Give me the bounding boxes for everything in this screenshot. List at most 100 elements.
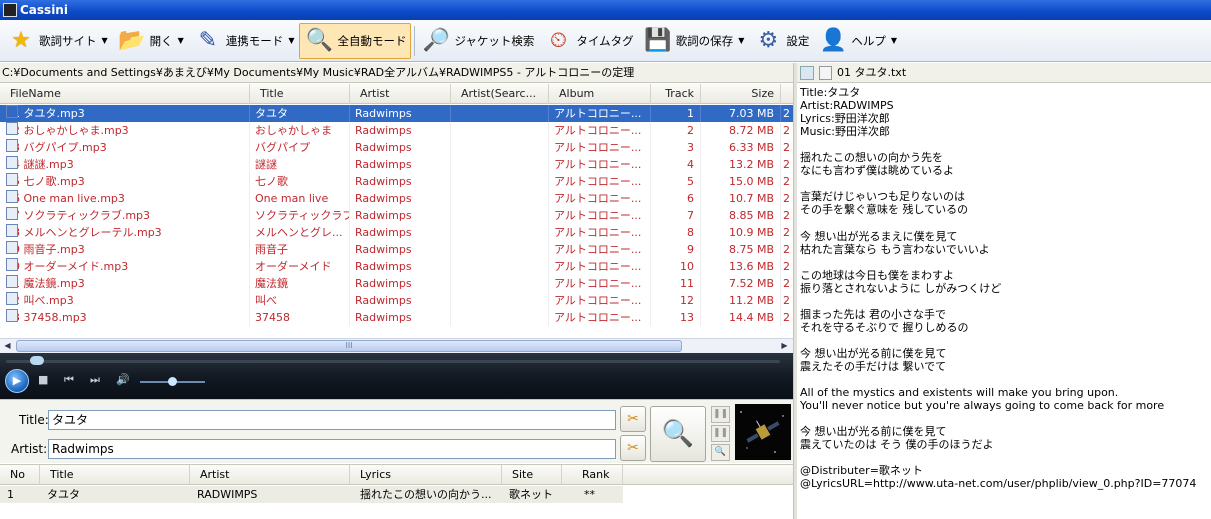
file-cell-size: 10.9 MB — [701, 224, 781, 241]
file-row[interactable]: 03 バグパイプ.mp3 バグパイプ Radwimps アルトコロニー... 3 6.33… — [0, 139, 793, 156]
seek-thumb[interactable] — [30, 356, 44, 365]
column-header-title[interactable]: Title — [250, 84, 350, 104]
file-cell-artist: Radwimps — [350, 275, 451, 292]
search-results[interactable]: No Title Artist Lyrics Site Rank 1 タユタ R… — [0, 464, 793, 519]
open-label: 開く — [149, 33, 173, 48]
help-button[interactable]: 👤 ヘルプ ▼ — [814, 23, 901, 59]
file-row[interactable]: 05 七ノ歌.mp3 七ノ歌 Radwimps アルトコロニー... 5 15.0 MB 2 — [0, 173, 793, 190]
file-row[interactable]: 07 ソクラティックラブ.mp3 ソクラティックラブ Radwimps アルトコロニー… — [0, 207, 793, 224]
title-cut-button[interactable]: ✂ — [620, 406, 646, 432]
file-row[interactable]: 13 37458.mp3 37458 Radwimps アルトコロニー... 13 14.… — [0, 309, 793, 326]
file-row[interactable]: 11 魔法鏡.mp3 魔法鏡 Radwimps アルトコロニー... 11 7.52 MB… — [0, 275, 793, 292]
column-header-size[interactable]: Size — [701, 84, 781, 104]
file-row[interactable]: 02 おしゃかしゃま.mp3 おしゃかしゃま Radwimps アルトコロニー... 2… — [0, 122, 793, 139]
settings-button[interactable]: ⚙ 設定 — [749, 23, 813, 59]
results-header-lyrics[interactable]: Lyrics — [350, 465, 502, 485]
file-row[interactable]: 12 叫べ.mp3 叫べ Radwimps アルトコロニー... 12 11.2 MB 2 — [0, 292, 793, 309]
results-header-no[interactable]: No — [0, 465, 40, 485]
seek-bar[interactable] — [6, 360, 780, 363]
window-titlebar: Cassini — [0, 0, 1211, 20]
lyrics-text-area[interactable]: Title:タユタ Artist:RADWIMPS Lyrics:野田洋次郎 M… — [797, 84, 1211, 519]
help-person-icon: 👤 — [819, 28, 848, 53]
lyrics-search-button[interactable]: 🔍 — [650, 406, 706, 462]
mp3-file-icon — [6, 105, 18, 118]
file-row[interactable]: 01 タユタ.mp3 タユタ Radwimps アルトコロニー... 1 7.03 MB 2 — [0, 105, 793, 122]
artist-input[interactable]: Radwimps — [48, 439, 616, 459]
title-input[interactable]: タユタ — [48, 410, 616, 430]
previous-track-icon[interactable]: ⏮ — [64, 373, 74, 387]
file-cell-title: オーダーメイド — [250, 258, 350, 275]
result-title: タユタ — [47, 488, 80, 501]
column-header-filename[interactable]: FileName — [0, 84, 250, 104]
file-cell-artist: Radwimps — [350, 258, 451, 275]
file-row[interactable]: 09 雨音子.mp3 雨音子 Radwimps アルトコロニー... 9 8.75 MB 2 — [0, 241, 793, 258]
column-header-extra[interactable] — [781, 84, 793, 104]
column-header-artist[interactable]: Artist — [350, 84, 451, 104]
mini-button-2[interactable]: ❚❚ — [711, 425, 730, 442]
results-header-title[interactable]: Title — [40, 465, 190, 485]
file-cell-title: 叫べ — [250, 292, 350, 309]
file-row[interactable]: 08 メルヘンとグレーテル.mp3 メルヘンとグレ... Radwimps アルトコロ… — [0, 224, 793, 241]
file-list-header: FileName Title Artist Artist(Searc... Al… — [0, 84, 793, 104]
star-icon: ★ — [11, 28, 31, 53]
column-header-artist-search[interactable]: Artist(Searc... — [451, 84, 549, 104]
text-file-icon[interactable] — [819, 66, 832, 80]
file-row[interactable]: 10 オーダーメイド.mp3 オーダーメイド Radwimps アルトコロニー... 1… — [0, 258, 793, 275]
file-row[interactable]: 04 謎謎.mp3 謎謎 Radwimps アルトコロニー... 4 13.2 MB 2 — [0, 156, 793, 173]
file-cell-album: アルトコロニー... — [549, 173, 651, 190]
volume-icon[interactable]: 🔊 — [116, 373, 130, 386]
mini-button-1[interactable]: ❚❚ — [711, 406, 730, 423]
horizontal-scrollbar[interactable]: ◀ III ▶ — [0, 338, 793, 353]
jacket-search-button[interactable]: 🔎 ジャケット検索 — [417, 23, 538, 59]
save-lyrics-button[interactable]: 💾 歌詞の保存 ▼ — [639, 23, 749, 59]
open-button[interactable]: 📂 開く ▼ — [113, 23, 188, 59]
column-header-track[interactable]: Track — [651, 84, 701, 104]
results-header-artist[interactable]: Artist — [190, 465, 350, 485]
play-button[interactable]: ▶ — [5, 369, 29, 393]
lyrics-edit-icon[interactable] — [800, 66, 814, 80]
file-cell-title: 37458 — [250, 309, 350, 326]
column-header-album[interactable]: Album — [549, 84, 651, 104]
file-row[interactable]: 06 One man live.mp3 One man live Radwimps ア… — [0, 190, 793, 207]
stop-icon[interactable]: ■ — [38, 373, 48, 386]
folder-open-icon: 📂 — [117, 28, 146, 53]
file-cell-artist: Radwimps — [350, 156, 451, 173]
next-track-icon[interactable]: ⏭ — [90, 373, 100, 387]
file-cell-artist: Radwimps — [350, 190, 451, 207]
magnifier-icon: 🔍 — [661, 419, 695, 449]
results-header-rank[interactable]: Rank — [562, 465, 623, 485]
file-name-text: 10 オーダーメイド.mp3 — [6, 260, 129, 273]
lyrics-site-button[interactable]: ★ 歌詞サイト ▼ — [2, 23, 112, 59]
file-cell-artist: Radwimps — [350, 105, 451, 122]
scrollbar-thumb[interactable]: III — [16, 340, 682, 352]
results-header: No Title Artist Lyrics Site Rank — [0, 465, 793, 485]
file-cell-artist: Radwimps — [350, 207, 451, 224]
volume-thumb[interactable] — [168, 377, 177, 386]
lyrics-header: 01 タユタ.txt — [797, 63, 1211, 83]
file-name-text: 07 ソクラティックラブ.mp3 — [6, 209, 151, 222]
file-cell-title: タユタ — [250, 105, 350, 122]
file-cell-file: 11 魔法鏡.mp3 — [0, 275, 250, 292]
result-site: 歌ネット — [509, 488, 553, 501]
mp3-file-icon — [6, 156, 18, 169]
result-row[interactable]: 1 タユタ RADWIMPS 揺れたこの想いの向かう... 歌ネット ** — [0, 486, 623, 503]
file-list[interactable]: FileName Title Artist Artist(Searc... Al… — [0, 84, 793, 338]
file-cell-album: アルトコロニー... — [549, 139, 651, 156]
auto-mode-button[interactable]: 🔍 全自動モード — [299, 22, 412, 59]
file-cell-size: 10.7 MB — [701, 190, 781, 207]
result-no: 1 — [7, 488, 14, 501]
artist-label: Artist: — [11, 442, 48, 456]
file-cell-track: 4 — [651, 156, 701, 173]
settings-icon: ⚙ — [758, 28, 779, 53]
scroll-right-icon[interactable]: ▶ — [777, 339, 792, 353]
link-mode-button[interactable]: ✎ 連携モード ▼ — [189, 23, 299, 59]
results-header-site[interactable]: Site — [502, 465, 562, 485]
file-cell-size: 8.75 MB — [701, 241, 781, 258]
artist-cut-button[interactable]: ✂ — [620, 435, 646, 461]
link-mode-icon: ✎ — [198, 28, 218, 53]
time-tag-button[interactable]: ⏲ タイムタグ — [539, 23, 637, 59]
mini-search-button[interactable]: 🔍 — [711, 444, 730, 461]
result-rank: ** — [584, 488, 595, 501]
scroll-left-icon[interactable]: ◀ — [0, 339, 15, 353]
file-cell-size: 8.72 MB — [701, 122, 781, 139]
